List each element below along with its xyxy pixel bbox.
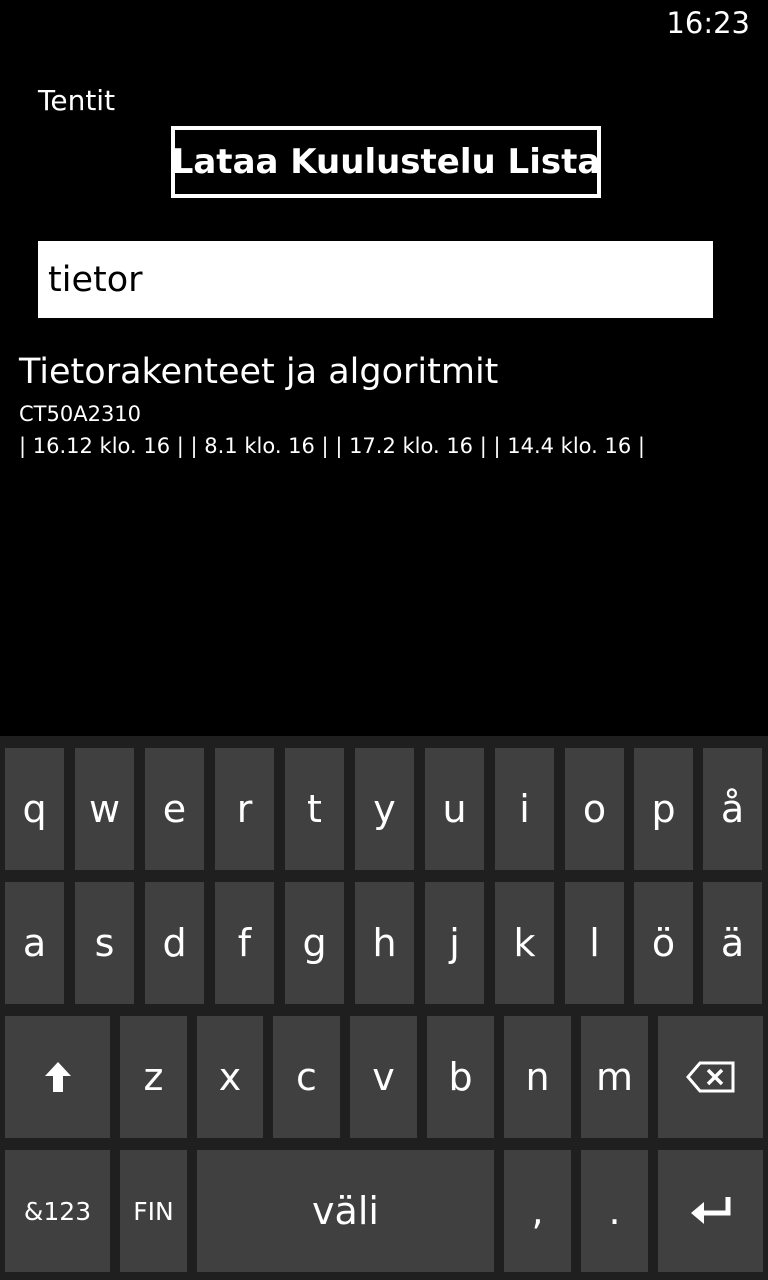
enter-icon [688,1194,734,1228]
app-title: Tentit [38,84,116,117]
key-o-umlaut[interactable]: ö [634,882,693,1004]
period-key[interactable]: . [581,1150,648,1272]
key-a[interactable]: a [5,882,64,1004]
key-n[interactable]: n [504,1016,571,1138]
symbols-key[interactable]: &123 [5,1150,110,1272]
space-key[interactable]: väli [197,1150,494,1272]
key-r[interactable]: r [215,748,274,870]
key-v[interactable]: v [350,1016,417,1138]
backspace-icon [685,1060,736,1094]
key-k[interactable]: k [495,882,554,1004]
enter-key[interactable] [658,1150,763,1272]
key-i[interactable]: i [495,748,554,870]
screen: 16:23 Tentit Lataa Kuulustelu Lista tiet… [0,0,768,1280]
key-z[interactable]: z [120,1016,187,1138]
key-s[interactable]: s [75,882,134,1004]
backspace-key[interactable] [658,1016,763,1138]
key-q[interactable]: q [5,748,64,870]
key-b[interactable]: b [427,1016,494,1138]
key-c[interactable]: c [273,1016,340,1138]
key-a-umlaut[interactable]: ä [703,882,762,1004]
key-u[interactable]: u [425,748,484,870]
result-title: Tietorakenteet ja algoritmit [19,352,499,392]
result-course-code: CT50A2310 [19,402,142,426]
key-y[interactable]: y [355,748,414,870]
key-m[interactable]: m [581,1016,648,1138]
key-g[interactable]: g [285,882,344,1004]
status-time: 16:23 [666,6,750,40]
shift-key[interactable] [5,1016,110,1138]
key-o[interactable]: o [565,748,624,870]
key-p[interactable]: p [634,748,693,870]
shift-arrow-icon [43,1060,73,1094]
key-t[interactable]: t [285,748,344,870]
key-d[interactable]: d [145,882,204,1004]
result-list-item[interactable]: Tietorakenteet ja algoritmit CT50A2310 |… [19,348,759,460]
language-key[interactable]: FIN [120,1150,187,1272]
result-exam-dates: | 16.12 klo. 16 | | 8.1 klo. 16 | | 17.2… [19,434,645,458]
search-input[interactable]: tietor [38,241,713,318]
key-e[interactable]: e [145,748,204,870]
key-l[interactable]: l [565,882,624,1004]
load-exam-list-button[interactable]: Lataa Kuulustelu Lista [171,126,601,198]
on-screen-keyboard: q w e r t y u i o p å a s d f g h j k l … [0,736,768,1280]
key-j[interactable]: j [425,882,484,1004]
key-x[interactable]: x [197,1016,263,1138]
key-f[interactable]: f [215,882,274,1004]
comma-key[interactable]: , [504,1150,571,1272]
key-w[interactable]: w [75,748,134,870]
key-h[interactable]: h [355,882,414,1004]
key-a-ring[interactable]: å [703,748,762,870]
